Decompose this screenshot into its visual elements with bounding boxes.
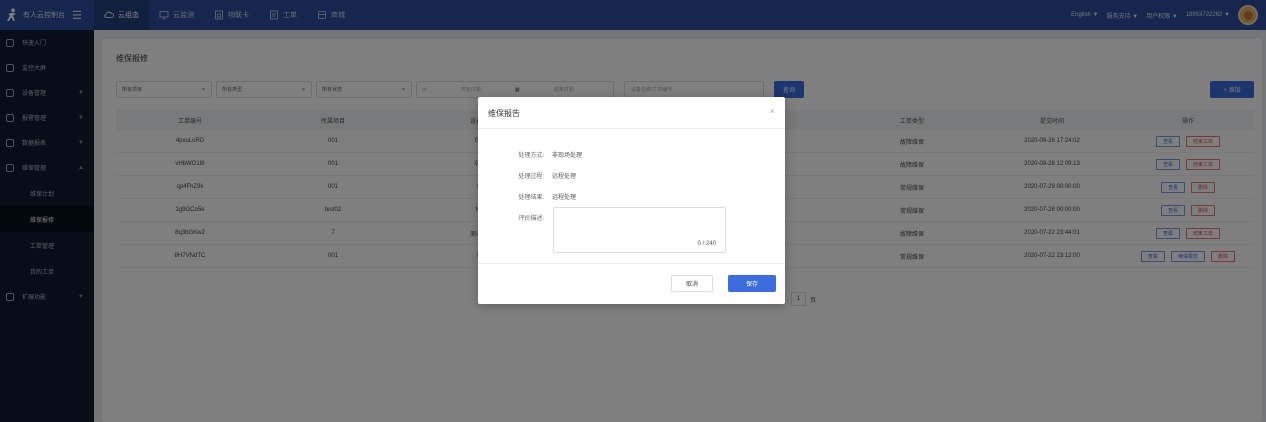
field-label: 评价描述:: [518, 216, 544, 222]
cancel-button[interactable]: 取消: [671, 275, 713, 292]
evaluation-textarea[interactable]: 0 / 240: [553, 207, 726, 253]
field-value: 远程处理: [552, 174, 577, 180]
dialog-title: 维保报告: [488, 109, 520, 118]
field-process: 处理过程: 远程处理: [478, 171, 785, 180]
char-counter: 0 / 240: [697, 241, 716, 247]
save-button[interactable]: 保存: [728, 275, 776, 292]
field-label: 处理结果:: [518, 195, 544, 201]
close-icon[interactable]: ×: [770, 106, 775, 116]
field-label: 处理方式:: [518, 153, 544, 159]
maintenance-report-dialog: 维保报告 × 处理方式: 非现场处理 处理过程: 远程处理 处理结果: 远程处理…: [478, 97, 785, 304]
field-result: 处理结果: 远程处理: [478, 192, 785, 201]
field-label: 处理过程:: [518, 174, 544, 180]
field-value: 非现场处理: [552, 153, 583, 159]
field-method: 处理方式: 非现场处理: [478, 150, 785, 159]
divider: [478, 128, 785, 129]
divider: [478, 263, 785, 264]
field-value: 远程处理: [552, 195, 577, 201]
